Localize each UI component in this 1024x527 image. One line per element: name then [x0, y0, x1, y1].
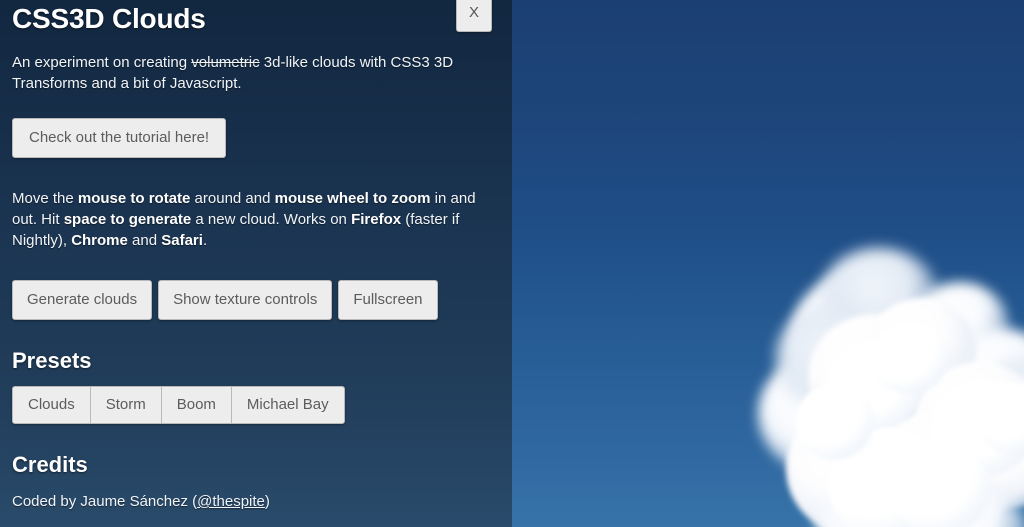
preset-button-group: Clouds Storm Boom Michael Bay: [12, 386, 345, 424]
action-button-row: Generate clouds Show texture controls Fu…: [12, 280, 500, 320]
tutorial-link-button[interactable]: Check out the tutorial here!: [12, 118, 227, 158]
generate-clouds-button[interactable]: Generate clouds: [12, 280, 153, 320]
info-panel: X CSS3D Clouds An experiment on creating…: [0, 0, 512, 527]
usage-b3: space to generate: [63, 211, 192, 228]
page-title: CSS3D Clouds: [12, 3, 206, 34]
usage-s6: and: [127, 232, 162, 249]
app-root: X CSS3D Clouds An experiment on creating…: [0, 0, 1024, 527]
usage-s7: .: [202, 232, 208, 249]
intro-text-part1: An experiment on creating: [12, 54, 192, 71]
author-link[interactable]: @thespite: [197, 493, 265, 510]
credits-suffix: ): [264, 493, 270, 510]
credits-paragraph: Coded by Jaume Sánchez (@thespite): [12, 491, 500, 512]
usage-s4: a new cloud. Works on: [191, 211, 352, 228]
usage-b6: Safari: [161, 232, 203, 249]
usage-paragraph: Move the mouse to rotate around and mous…: [12, 188, 482, 251]
show-texture-controls-button[interactable]: Show texture controls: [158, 280, 333, 320]
usage-s2: around and: [190, 190, 275, 207]
intro-struck-word: volumetric: [191, 54, 260, 71]
preset-button-clouds[interactable]: Clouds: [12, 386, 91, 424]
tutorial-row: Check out the tutorial here!: [12, 118, 500, 158]
preset-button-michael-bay[interactable]: Michael Bay: [230, 386, 345, 424]
fullscreen-button[interactable]: Fullscreen: [338, 280, 438, 320]
usage-s1: Move the: [12, 190, 78, 207]
usage-b1: mouse to rotate: [77, 190, 191, 207]
usage-b2: mouse wheel to zoom: [274, 190, 431, 207]
intro-paragraph: An experiment on creating volumetric 3d-…: [12, 52, 500, 94]
presets-heading: Presets: [12, 348, 92, 373]
usage-b4: Firefox: [351, 211, 402, 228]
preset-button-boom[interactable]: Boom: [160, 386, 232, 424]
usage-b5: Chrome: [71, 232, 128, 249]
preset-button-storm[interactable]: Storm: [89, 386, 162, 424]
credits-prefix: Coded by Jaume Sánchez (: [12, 493, 198, 510]
credits-heading: Credits: [12, 452, 88, 477]
close-icon[interactable]: X: [456, 0, 492, 32]
